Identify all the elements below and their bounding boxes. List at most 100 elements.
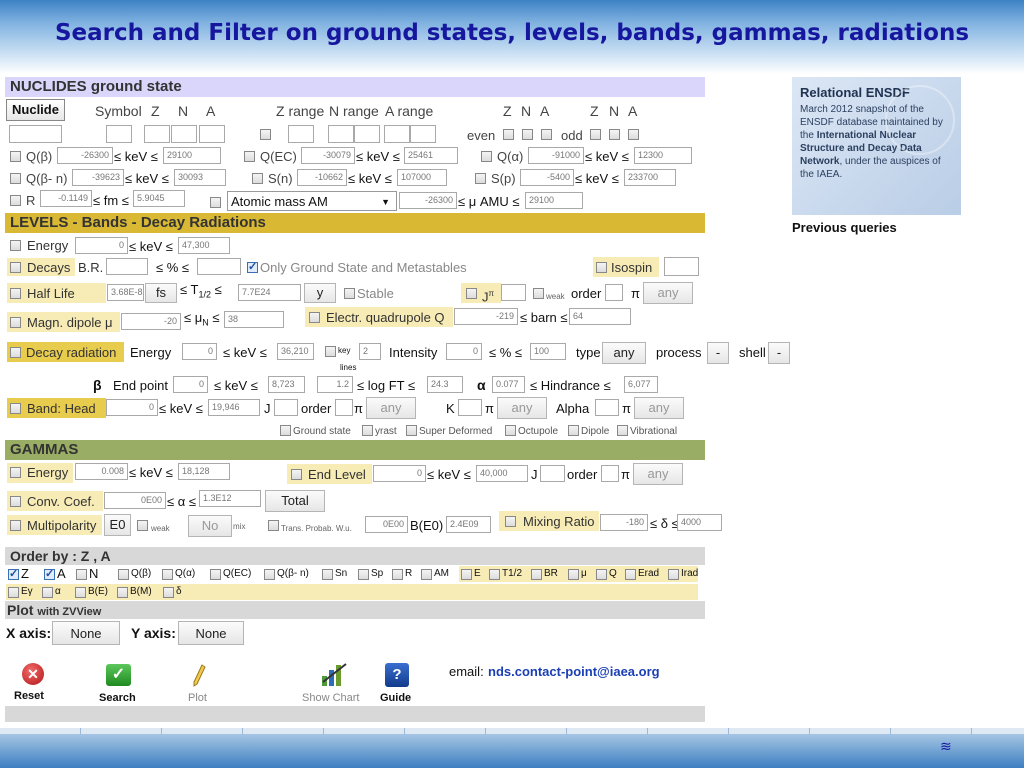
qbeta-max-input[interactable]: 29100 xyxy=(163,147,221,164)
jpi-input[interactable] xyxy=(501,284,526,301)
bandhead-max-input[interactable]: 19,946 xyxy=(208,399,260,416)
orderby-row1-checkbox-12[interactable] xyxy=(489,569,500,580)
endlevel-j-input[interactable] xyxy=(540,465,565,482)
multipol-weak-checkbox[interactable] xyxy=(137,520,148,531)
orderby-row1-checkbox-8[interactable] xyxy=(358,569,369,580)
orderby-row1-checkbox-1[interactable] xyxy=(44,567,55,580)
even-a-checkbox[interactable] xyxy=(541,129,552,140)
band-order-input[interactable] xyxy=(335,399,353,416)
mixing-min-input[interactable]: -180 xyxy=(600,514,648,531)
z-range-input[interactable] xyxy=(288,125,314,143)
bandhead-min-input[interactable]: 0 xyxy=(106,399,158,416)
br-min-input[interactable] xyxy=(106,258,148,275)
nuclide-input[interactable] xyxy=(9,125,62,143)
r-max-input[interactable]: 5.9045 xyxy=(133,190,185,207)
bandtype-sd-checkbox[interactable] xyxy=(406,425,417,436)
nuclide-tab[interactable]: Nuclide xyxy=(6,99,65,121)
sn-checkbox[interactable] xyxy=(252,173,263,184)
reset-icon[interactable]: ✕ xyxy=(22,663,44,685)
qalpha-min-input[interactable]: -91000 xyxy=(528,147,584,164)
logft-max-input[interactable]: 24.3 xyxy=(427,376,463,393)
qec-max-input[interactable]: 25461 xyxy=(404,147,458,164)
r-checkbox[interactable] xyxy=(10,195,21,206)
orderby-row2-checkbox-3[interactable] xyxy=(117,587,128,598)
intensity-max-input[interactable]: 100 xyxy=(530,343,566,360)
n-range-min-input[interactable] xyxy=(328,125,354,143)
bandtype-vibrational-checkbox[interactable] xyxy=(617,425,628,436)
search-icon[interactable]: ✓ xyxy=(106,664,131,686)
gamma-energy-checkbox[interactable] xyxy=(10,467,21,478)
key-lines-input[interactable]: 2 xyxy=(359,343,381,360)
key-lines-checkbox[interactable] xyxy=(325,346,336,357)
orderby-row2-checkbox-0[interactable] xyxy=(8,587,19,598)
guide-icon[interactable]: ? xyxy=(385,663,409,687)
orderby-row1-checkbox-4[interactable] xyxy=(162,569,173,580)
endlevel-any-button[interactable]: any xyxy=(633,463,683,485)
level-energy-checkbox[interactable] xyxy=(10,240,21,251)
hindrance-max-input[interactable]: 6,077 xyxy=(624,376,658,393)
orderby-row1-checkbox-11[interactable] xyxy=(461,569,472,580)
bandtype-yrast-checkbox[interactable] xyxy=(362,425,373,436)
plot-pencil-icon[interactable] xyxy=(192,664,206,688)
orderby-row1-checkbox-17[interactable] xyxy=(668,569,679,580)
decayrad-energy-min-input[interactable]: 0 xyxy=(182,343,217,360)
jpi-order-input[interactable] xyxy=(605,284,623,301)
orderby-row1-checkbox-3[interactable] xyxy=(118,569,129,580)
endlevel-max-input[interactable]: 40,000 xyxy=(476,465,528,482)
orderby-row1-checkbox-14[interactable] xyxy=(568,569,579,580)
mass-select[interactable]: Atomic mass AM ▼ xyxy=(227,191,397,211)
qalpha-max-input[interactable]: 12300 xyxy=(634,147,692,164)
symbol-input[interactable] xyxy=(106,125,132,143)
bandtype-ground-checkbox[interactable] xyxy=(280,425,291,436)
gamma-energy-max-input[interactable]: 18,128 xyxy=(178,463,230,480)
endlevel-checkbox[interactable] xyxy=(291,469,302,480)
mass-max-input[interactable]: 29100 xyxy=(525,192,583,209)
orderby-row2-checkbox-2[interactable] xyxy=(75,587,86,598)
level-energy-max-input[interactable]: 47,300 xyxy=(178,237,230,254)
jpi-any-button[interactable]: any xyxy=(643,282,693,304)
xaxis-select-button[interactable]: None xyxy=(52,621,120,645)
orderby-row1-checkbox-13[interactable] xyxy=(531,569,542,580)
stable-checkbox[interactable] xyxy=(344,288,355,299)
band-k-any-button[interactable]: any xyxy=(497,397,547,419)
decayrad-energy-max-input[interactable]: 36,210 xyxy=(277,343,314,360)
orderby-row1-checkbox-15[interactable] xyxy=(596,569,607,580)
decayrad-checkbox[interactable] xyxy=(10,347,21,358)
mass-checkbox[interactable] xyxy=(210,197,221,208)
jpi-weak-checkbox[interactable] xyxy=(533,288,544,299)
sp-max-input[interactable]: 233700 xyxy=(624,169,676,186)
multipol-checkbox[interactable] xyxy=(10,520,21,531)
transprob-checkbox[interactable] xyxy=(268,520,279,531)
band-alpha-input[interactable] xyxy=(595,399,619,416)
range-checkbox[interactable] xyxy=(260,129,271,140)
a-range-max-input[interactable] xyxy=(410,125,436,143)
transprob-min-input[interactable]: 0E00 xyxy=(365,516,408,533)
isospin-input[interactable] xyxy=(664,257,699,276)
gamma-energy-min-input[interactable]: 0.008 xyxy=(75,463,128,480)
n-input[interactable] xyxy=(171,125,197,143)
magdip-min-input[interactable]: -20 xyxy=(121,313,181,330)
endlevel-order-input[interactable] xyxy=(601,465,619,482)
orderby-row1-checkbox-10[interactable] xyxy=(421,569,432,580)
sp-min-input[interactable]: -5400 xyxy=(520,169,574,186)
isospin-checkbox[interactable] xyxy=(596,262,607,273)
orderby-row2-checkbox-1[interactable] xyxy=(42,587,53,598)
a-range-min-input[interactable] xyxy=(384,125,410,143)
sp-checkbox[interactable] xyxy=(475,173,486,184)
plot-label[interactable]: Plot xyxy=(188,692,207,704)
odd-n-checkbox[interactable] xyxy=(609,129,620,140)
logft-min-input[interactable]: 1.2 xyxy=(317,376,353,393)
band-j-input[interactable] xyxy=(274,399,298,416)
endlevel-min-input[interactable]: 0 xyxy=(373,465,426,482)
type-select-button[interactable]: any xyxy=(602,342,646,364)
z-input[interactable] xyxy=(144,125,170,143)
quad-max-input[interactable]: 64 xyxy=(569,308,631,325)
chart-icon[interactable] xyxy=(320,662,348,688)
mass-min-input[interactable]: -26300 xyxy=(399,192,457,209)
halflife-checkbox[interactable] xyxy=(10,288,21,299)
qbn-min-input[interactable]: -39623 xyxy=(72,169,124,186)
sn-min-input[interactable]: -10662 xyxy=(297,169,347,186)
quad-min-input[interactable]: -219 xyxy=(454,308,518,325)
even-z-checkbox[interactable] xyxy=(503,129,514,140)
odd-a-checkbox[interactable] xyxy=(628,129,639,140)
